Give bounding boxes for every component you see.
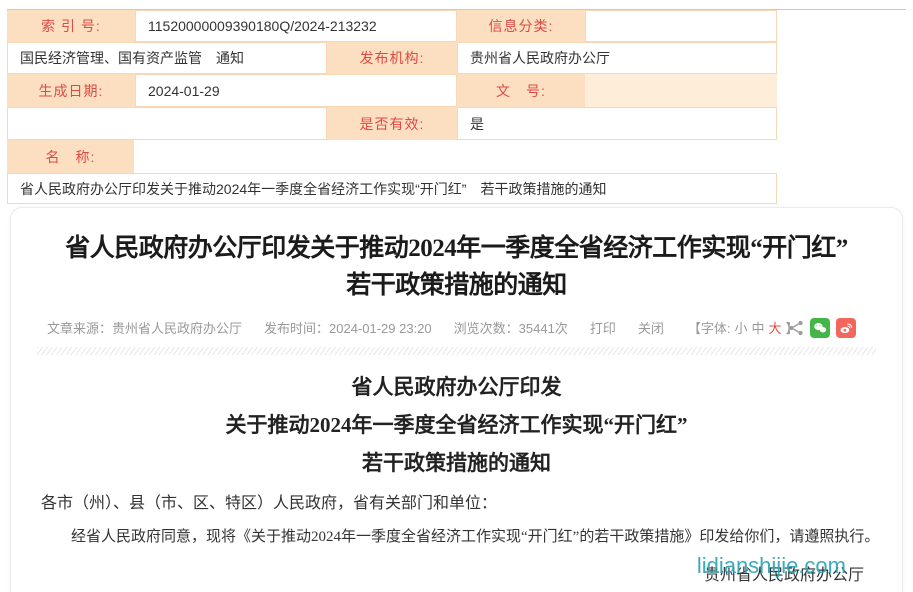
font-small-button[interactable]: 小 [734, 321, 747, 336]
document-heading-line: 若干政策措施的通知 [11, 444, 902, 482]
hatched-divider [37, 347, 876, 355]
index-number-value: 11520000009390180Q/2024-213232 [135, 10, 457, 42]
article-meta-bar: 文章来源：贵州省人民政府办公厅 发布时间：2024-01-29 23:20 浏览… [47, 318, 902, 336]
empty-cell [7, 107, 327, 140]
close-button[interactable]: 关闭 [638, 318, 664, 337]
name-label: 名 称: [7, 140, 134, 173]
name-value: 省人民政府办公厅印发关于推动2024年一季度全省经济工作实现“开门红” 若干政策… [7, 173, 777, 204]
font-size-widget: 【字体:小中大】 [686, 318, 801, 337]
article-source: 文章来源：贵州省人民政府办公厅 [47, 318, 242, 337]
is-valid-label: 是否有效: [327, 107, 457, 140]
generate-date-label: 生成日期: [7, 74, 135, 107]
document-number-label: 文 号: [457, 74, 585, 107]
document-heading: 省人民政府办公厅印发 关于推动2024年一季度全省经济工作实现“开门红” 若干政… [11, 368, 902, 482]
document-meta-table: 索 引 号: 11520000009390180Q/2024-213232 信息… [0, 0, 913, 205]
weibo-icon [838, 320, 854, 336]
body-paragraph: 经省人民政府同意，现将《关于推动2024年一季度全省经济工作实现“开门红”的若干… [41, 525, 876, 546]
share-buttons [788, 318, 856, 338]
share-icon[interactable] [788, 320, 804, 336]
font-large-button[interactable]: 大 [769, 321, 782, 336]
publish-time: 发布时间：2024-01-29 23:20 [264, 318, 432, 337]
generate-date-value: 2024-01-29 [135, 74, 457, 107]
print-button[interactable]: 打印 [590, 318, 616, 337]
info-category-label: 信息分类: [457, 10, 585, 42]
salutation-paragraph: 各市（州）、县（市、区、特区）人民政府，省有关部门和单位： [41, 489, 872, 513]
font-widget-label: 【字体: [688, 321, 731, 336]
wechat-share-button[interactable] [810, 318, 830, 338]
article-panel: 省人民政府办公厅印发关于推动2024年一季度全省经济工作实现“开门红” 若干政策… [10, 207, 903, 592]
info-category-topic-value: 国民经济管理、国有资产监管 通知 [7, 42, 327, 74]
info-category-value [585, 10, 777, 42]
font-medium-button[interactable]: 中 [752, 321, 765, 336]
issuing-agency-label: 发布机构: [327, 42, 457, 74]
view-count: 浏览次数：35441次 [454, 318, 568, 337]
document-heading-line: 省人民政府办公厅印发 [11, 368, 902, 406]
signature-agency: 贵州省人民政府办公厅 [11, 561, 864, 585]
weibo-share-button[interactable] [836, 318, 856, 338]
document-heading-line: 关于推动2024年一季度全省经济工作实现“开门红” [11, 406, 902, 444]
issuing-agency-value: 贵州省人民政府办公厅 [457, 42, 777, 74]
document-number-value [585, 74, 777, 107]
is-valid-value: 是 [457, 107, 777, 140]
wechat-icon [812, 320, 828, 336]
index-number-label: 索 引 号: [7, 10, 135, 42]
page-title: 省人民政府办公厅印发关于推动2024年一季度全省经济工作实现“开门红” 若干政策… [43, 230, 870, 304]
